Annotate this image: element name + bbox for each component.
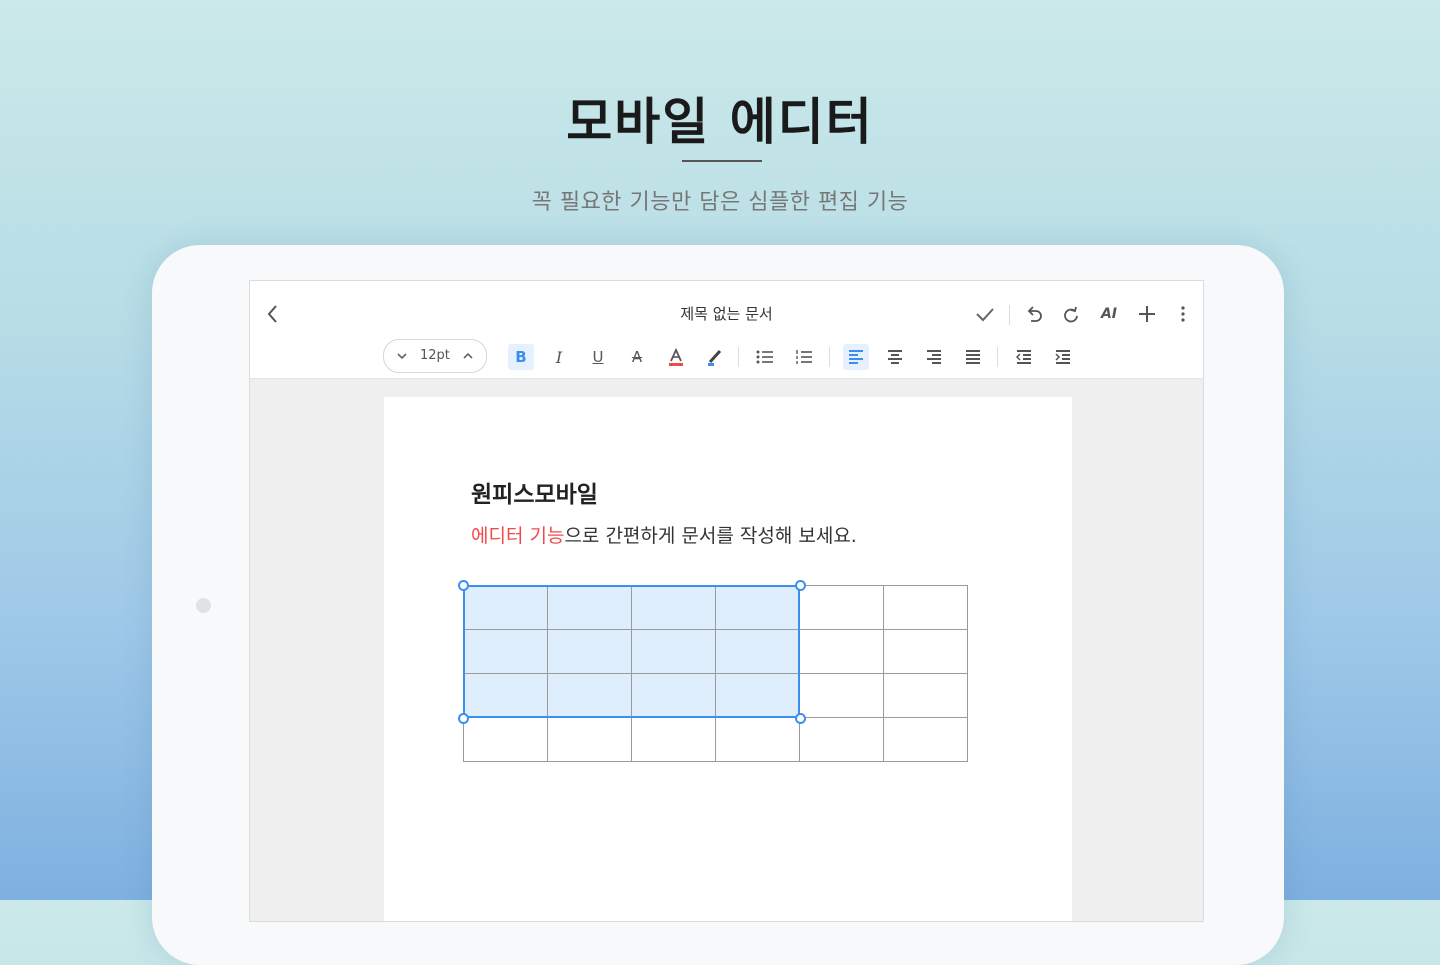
strikethrough-button[interactable]: A <box>624 344 650 370</box>
indent-decrease-button[interactable] <box>1011 344 1037 370</box>
table-cell[interactable] <box>799 585 884 630</box>
italic-button[interactable]: I <box>546 344 572 370</box>
plus-icon <box>1139 306 1155 322</box>
table-cell[interactable] <box>631 629 716 674</box>
align-left-icon <box>849 350 863 364</box>
indent-increase-icon <box>1055 350 1070 364</box>
table-cell[interactable] <box>715 585 800 630</box>
table-cell[interactable] <box>799 673 884 718</box>
check-icon <box>976 308 994 322</box>
editor-app-bar: 제목 없는 문서 AI 12pt B I U A <box>250 281 1203 379</box>
numbered-list-icon <box>796 350 812 364</box>
hero-title: 모바일 에디터 <box>566 93 874 151</box>
font-size-stepper[interactable]: 12pt <box>383 339 487 373</box>
align-justify-icon <box>966 350 980 364</box>
toolbar-divider <box>829 347 830 367</box>
editor-screen: 제목 없는 문서 AI 12pt B I U A 원피스모바일 에디터 기능으로… <box>249 280 1204 922</box>
table-row <box>463 585 968 630</box>
align-center-button[interactable] <box>882 344 908 370</box>
table-cell[interactable] <box>799 717 884 762</box>
table-cell[interactable] <box>463 585 548 630</box>
confirm-button[interactable] <box>972 301 998 327</box>
tablet-camera <box>196 598 211 613</box>
document-page[interactable]: 원피스모바일 에디터 기능으로 간편하게 문서를 작성해 보세요. <box>384 397 1072 921</box>
table-row <box>463 629 968 674</box>
document-heading[interactable]: 원피스모바일 <box>471 475 598 509</box>
font-color-button[interactable] <box>663 344 689 370</box>
table-cell[interactable] <box>463 629 548 674</box>
toolbar-divider <box>1009 305 1010 325</box>
bold-button[interactable]: B <box>508 344 534 370</box>
table-cell[interactable] <box>631 717 716 762</box>
strikethrough-icon: A <box>631 348 643 366</box>
indent-increase-button[interactable] <box>1050 344 1076 370</box>
highlight-button[interactable] <box>702 344 728 370</box>
table-cell[interactable] <box>631 585 716 630</box>
table-cell[interactable] <box>883 673 968 718</box>
align-justify-button[interactable] <box>960 344 986 370</box>
table-cell[interactable] <box>547 717 632 762</box>
table-cell[interactable] <box>715 717 800 762</box>
selection-handle-top-right[interactable] <box>795 580 806 591</box>
bullet-list-icon <box>756 350 773 364</box>
table-cell[interactable] <box>631 673 716 718</box>
underline-icon: U <box>592 348 604 366</box>
bullet-list-button[interactable] <box>752 344 778 370</box>
chevron-up-icon[interactable] <box>460 348 476 364</box>
align-right-button[interactable] <box>921 344 947 370</box>
undo-button[interactable] <box>1021 301 1047 327</box>
document-table[interactable] <box>458 580 968 762</box>
document-paragraph[interactable]: 에디터 기능으로 간편하게 문서를 작성해 보세요. <box>471 521 857 548</box>
align-left-button[interactable] <box>843 344 869 370</box>
selection-handle-top-left[interactable] <box>458 580 469 591</box>
align-center-icon <box>888 350 902 364</box>
font-size-value: 12pt <box>420 348 450 363</box>
table-cell[interactable] <box>883 629 968 674</box>
table-cell[interactable] <box>463 673 548 718</box>
hero-divider <box>682 160 762 162</box>
table-cell[interactable] <box>463 717 548 762</box>
toolbar-divider <box>738 347 739 367</box>
redo-button[interactable] <box>1058 301 1084 327</box>
font-color-icon <box>669 347 683 366</box>
table-row <box>463 717 968 762</box>
italic-icon: I <box>555 347 563 367</box>
numbered-list-button[interactable] <box>791 344 817 370</box>
table-row <box>463 673 968 718</box>
ai-icon: AI <box>1100 306 1118 322</box>
align-right-icon <box>927 350 941 364</box>
selection-handle-bottom-left[interactable] <box>458 713 469 724</box>
highlight-icon <box>708 349 722 366</box>
table-cell[interactable] <box>715 629 800 674</box>
hero-subtitle: 꼭 필요한 기능만 담은 심플한 편집 기능 <box>531 190 909 215</box>
table-cell[interactable] <box>799 629 884 674</box>
table-cell[interactable] <box>547 629 632 674</box>
table-cell[interactable] <box>883 717 968 762</box>
more-button[interactable] <box>1170 301 1196 327</box>
redo-icon <box>1064 306 1078 323</box>
table-cell[interactable] <box>547 585 632 630</box>
table-cell[interactable] <box>715 673 800 718</box>
paragraph-text: 으로 간편하게 문서를 작성해 보세요. <box>564 525 857 547</box>
chevron-down-icon[interactable] <box>394 348 410 364</box>
add-button[interactable] <box>1134 301 1160 327</box>
indent-decrease-icon <box>1015 350 1031 364</box>
table-cell[interactable] <box>883 585 968 630</box>
table-cell[interactable] <box>547 673 632 718</box>
toolbar-divider <box>997 347 998 367</box>
table-grid[interactable] <box>463 585 968 762</box>
bold-icon: B <box>515 348 527 366</box>
more-vertical-icon <box>1181 306 1185 322</box>
underline-button[interactable]: U <box>585 344 611 370</box>
undo-icon <box>1027 306 1042 322</box>
highlighted-text: 에디터 기능 <box>471 525 565 547</box>
selection-handle-bottom-right[interactable] <box>795 713 806 724</box>
ai-button[interactable]: AI <box>1096 301 1122 327</box>
